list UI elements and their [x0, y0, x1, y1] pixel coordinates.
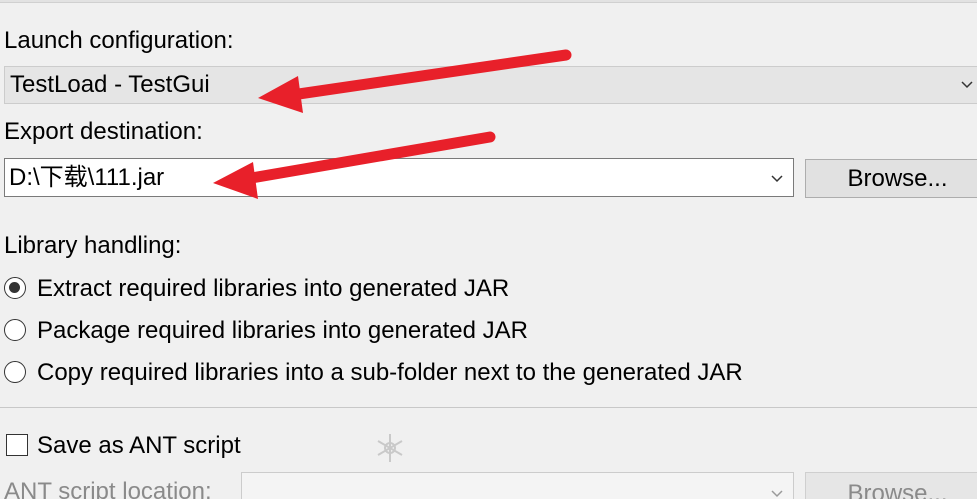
launch-configuration-label: Launch configuration:	[4, 27, 234, 54]
loading-spinner-icon	[377, 434, 403, 462]
radio-package-libraries[interactable]: Package required libraries into generate…	[4, 316, 704, 346]
ant-browse-button[interactable]: Browse...	[805, 472, 977, 499]
export-destination-value: D:\下载\111.jar	[9, 164, 165, 191]
section-separator	[0, 407, 977, 408]
radio-extract-libraries[interactable]: Extract required libraries into generate…	[4, 274, 704, 304]
export-jar-dialog-page: Launch configuration: TestLoad - TestGui…	[0, 0, 977, 499]
library-handling-label: Library handling:	[4, 232, 182, 259]
save-ant-script-checkbox[interactable]	[6, 434, 28, 456]
ant-script-location-combo[interactable]	[241, 472, 794, 499]
radio-button[interactable]	[4, 277, 26, 299]
export-destination-combo[interactable]: D:\下载\111.jar	[4, 158, 794, 197]
save-ant-script-label: Save as ANT script	[37, 432, 241, 459]
export-browse-button[interactable]: Browse...	[805, 159, 977, 198]
chevron-down-icon	[771, 490, 783, 498]
radio-label: Extract required libraries into generate…	[37, 275, 510, 302]
radio-label: Package required libraries into generate…	[37, 317, 528, 344]
chevron-down-icon	[961, 81, 973, 89]
radio-button[interactable]	[4, 361, 26, 383]
launch-configuration-combo[interactable]: TestLoad - TestGui	[4, 66, 977, 104]
radio-copy-libraries[interactable]: Copy required libraries into a sub-folde…	[4, 358, 904, 388]
chevron-down-icon[interactable]	[769, 170, 785, 186]
ant-script-location-label: ANT script location:	[4, 478, 212, 499]
radio-button[interactable]	[4, 319, 26, 341]
launch-configuration-value: TestLoad - TestGui	[10, 71, 210, 98]
radio-label: Copy required libraries into a sub-folde…	[37, 359, 743, 386]
radio-selected-dot	[9, 282, 20, 293]
export-destination-label: Export destination:	[4, 118, 203, 145]
top-divider	[0, 0, 977, 3]
